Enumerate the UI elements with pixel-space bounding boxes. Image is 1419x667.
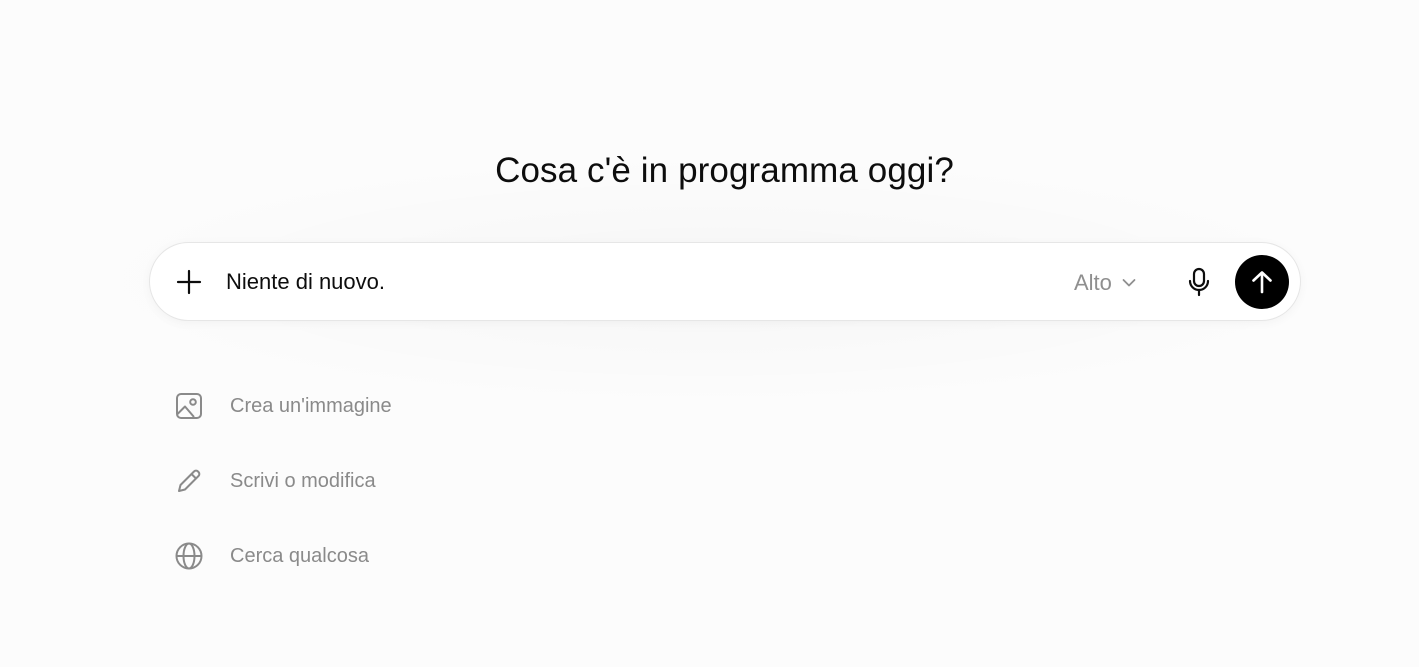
suggestion-search[interactable]: Cerca qualcosa [172, 538, 672, 574]
microphone-icon [1188, 267, 1210, 297]
model-selector[interactable]: Alto [1074, 265, 1136, 301]
model-selector-label: Alto [1074, 270, 1112, 295]
chevron-down-icon [1122, 279, 1136, 287]
suggestion-label: Cerca qualcosa [230, 544, 369, 567]
add-attachment-button[interactable] [172, 265, 206, 299]
globe-icon [175, 542, 203, 570]
prompt-input[interactable] [226, 263, 1026, 301]
suggestion-label: Crea un'immagine [230, 394, 392, 417]
plus-icon [176, 269, 202, 295]
chat-home-page: Cosa c'è in programma oggi? Alto [0, 0, 1419, 667]
pencil-icon [178, 469, 201, 492]
suggestion-create-image[interactable]: Crea un'immagine [172, 388, 672, 424]
voice-input-button[interactable] [1180, 263, 1218, 301]
suggestion-write-edit[interactable]: Scrivi o modifica [172, 463, 672, 499]
suggestion-list: Crea un'immagine Scrivi o modifica Cerca… [172, 388, 672, 613]
page-title: Cosa c'è in programma oggi? [495, 151, 954, 190]
send-button[interactable] [1235, 255, 1289, 309]
prompt-composer: Alto [149, 242, 1301, 321]
arrow-up-icon [1252, 271, 1272, 294]
suggestion-label: Scrivi o modifica [230, 469, 376, 492]
image-icon [176, 393, 202, 419]
